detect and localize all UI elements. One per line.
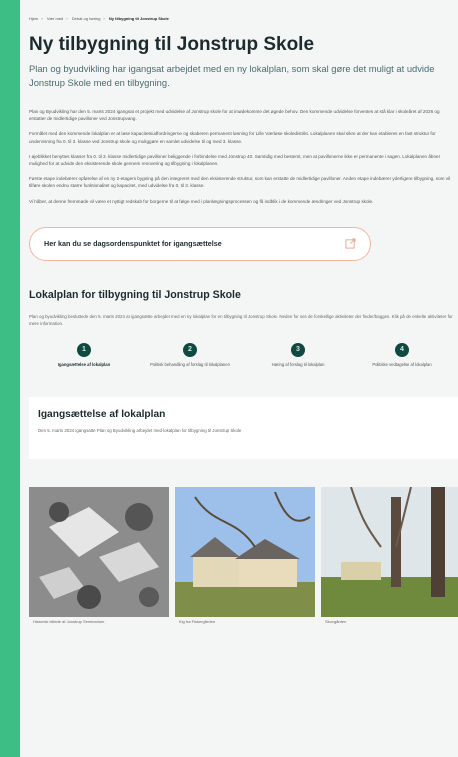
photo-caption: Historisk billede af Jonstrup Seminarium <box>29 616 169 627</box>
paragraph: Plan og Byudvikling har den 5. marts 202… <box>29 109 440 122</box>
step-politisk-behandling[interactable]: 2 Politisk behandling af forslag til lok… <box>135 342 245 368</box>
page: Hjem › Vær med › Debat og høring › Ny tilby… <box>20 0 458 757</box>
breadcrumb-home[interactable]: Hjem <box>29 16 38 21</box>
step-number: 1 <box>77 342 91 357</box>
breadcrumb-debat[interactable]: Debat og høring <box>72 16 101 21</box>
process-steps: 1 Igangsættelse af lokalplan 2 Politisk … <box>29 342 458 393</box>
step-label: Politisk behandling af forslag til lokal… <box>150 361 230 367</box>
step-number: 2 <box>183 342 197 357</box>
external-link-icon <box>345 238 356 249</box>
panel-title: Igangsættelse af lokalplan <box>38 408 166 420</box>
step-number: 3 <box>291 342 305 357</box>
step-igangsaettelse[interactable]: 1 Igangsættelse af lokalplan <box>29 342 139 368</box>
step-label: Politiske vedtagelse af lokalplan <box>372 361 432 367</box>
step-label: Høring af forslag til lokalplan <box>271 361 325 367</box>
agenda-link-label: Her kan du se dagsordenspunktet for igan… <box>44 239 222 249</box>
step-number: 4 <box>395 342 409 357</box>
gallery-photo-aerial[interactable]: Historisk billede af Jonstrup Seminarium <box>29 486 169 627</box>
paragraph: Formålet med den kommende lokalplan er a… <box>29 131 436 144</box>
section-intro: Plan og byudvikling besluttede den 5. ma… <box>29 313 453 326</box>
breadcrumb: Hjem › Vær med › Debat og høring › Ny tilby… <box>29 16 169 21</box>
gallery-photo-building[interactable]: Kig fra Fiskergården <box>175 486 315 627</box>
paragraph: Vi håber, at denne fremmøde vil være et … <box>29 198 374 204</box>
photo-caption: Skovgården <box>321 616 458 627</box>
section-title: Lokalplan for tilbygning til Jonstrup Sk… <box>29 288 241 301</box>
breadcrumb-current: Ny tilbygning til Jonstrup Skole <box>108 16 169 21</box>
paragraph: Første etape indebærer opførelse af en n… <box>29 176 451 189</box>
trees-photo-image <box>321 486 458 627</box>
gallery-photo-trees[interactable]: Skovgården <box>321 486 458 627</box>
paragraph: I øjeblikket benyttes klasser fra 0. til… <box>29 153 441 167</box>
step-vedtagelse[interactable]: 4 Politiske vedtagelse af lokalplan <box>347 342 457 368</box>
article-body: Plan og Byudvikling har den 5. marts 202… <box>29 108 458 205</box>
breadcrumb-vaer-med[interactable]: Vær med <box>47 16 63 21</box>
step-detail-panel: Igangsættelse af lokalplan Den 5. marts … <box>29 396 458 459</box>
page-title: Ny tilbygning til Jonstrup Skole <box>29 34 315 55</box>
photo-gallery: Historisk billede af Jonstrup Seminarium… <box>29 486 458 627</box>
panel-text: Den 5. marts 2024 igangsatte Plan og Byu… <box>38 427 242 433</box>
step-hoering[interactable]: 3 Høring af forslag til lokalplan <box>243 342 353 368</box>
agenda-link-button[interactable]: Her kan du se dagsordenspunktet for igan… <box>29 226 371 261</box>
building-photo-image <box>175 486 315 627</box>
step-label: Igangsættelse af lokalplan <box>57 361 111 367</box>
photo-caption: Kig fra Fiskergården <box>175 616 315 627</box>
aerial-photo-image <box>29 486 169 627</box>
lead-text: Plan og byudvikling har igangsat arbejde… <box>29 63 435 88</box>
